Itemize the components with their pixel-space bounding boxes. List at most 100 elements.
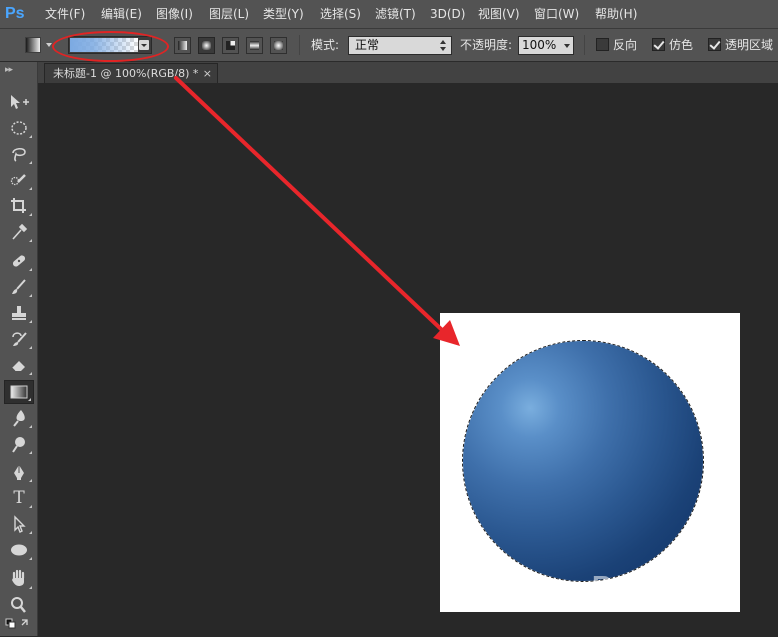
tool-submenu-indicator [29, 239, 32, 242]
menu-filter[interactable]: 滤镜(T) [375, 0, 416, 28]
hand-tool[interactable] [4, 567, 34, 591]
brush-tool[interactable] [4, 275, 34, 299]
dither-label: 仿色 [669, 38, 694, 52]
gradient-tool[interactable] [4, 380, 34, 404]
menu-image[interactable]: 图像(I) [156, 0, 193, 28]
menu-view[interactable]: 视图(V) [478, 0, 520, 28]
photoshop-logo: Ps [5, 5, 25, 22]
tool-submenu-indicator [28, 398, 31, 401]
dodge-tool[interactable] [4, 432, 34, 456]
tool-submenu-indicator [29, 187, 32, 190]
menu-file[interactable]: 文件(F) [45, 0, 85, 28]
tool-submenu-indicator [29, 479, 32, 482]
lasso-icon [12, 148, 26, 162]
zoom-tool[interactable] [4, 593, 34, 617]
separator [584, 35, 585, 55]
hand-icon [12, 569, 25, 586]
tool-submenu-indicator [29, 320, 32, 323]
document-tab-title: 未标题-1 @ 100%(RGB/8) * [53, 67, 199, 80]
panel-collapse-icon[interactable]: ▸▸ [5, 65, 13, 75]
tool-submenu-indicator [29, 425, 32, 428]
zoom-icon [11, 597, 26, 613]
tool-submenu-indicator [29, 372, 32, 375]
move-icon [11, 95, 29, 109]
gradient-icon [10, 385, 28, 399]
diamond-gradient-button[interactable] [270, 37, 287, 54]
radial-gradient-button[interactable] [198, 37, 215, 54]
menu-select[interactable]: 选择(S) [320, 0, 361, 28]
type-tool[interactable]: T [4, 486, 34, 510]
tool-submenu-indicator [29, 531, 32, 534]
tools-panel: ▸▸ T [0, 62, 38, 636]
menu-layer[interactable]: 图层(L) [209, 0, 249, 28]
tool-submenu-indicator [29, 557, 32, 560]
menu-help[interactable]: 帮助(H) [595, 0, 637, 28]
quick-select-icon [10, 174, 26, 186]
reverse-checkbox[interactable] [596, 38, 609, 51]
angle-gradient-button[interactable] [222, 37, 239, 54]
mode-select[interactable]: 正常 [348, 36, 452, 55]
transparency-checkbox[interactable] [708, 38, 721, 51]
arrow-icon [14, 515, 26, 533]
reflected-gradient-button[interactable] [246, 37, 263, 54]
tool-submenu-indicator [29, 451, 32, 454]
quick-selection-tool[interactable] [4, 168, 34, 192]
annotation-highlight-ellipse [52, 31, 169, 62]
blur-icon [13, 410, 25, 427]
document-canvas[interactable] [440, 313, 740, 612]
menu-edit[interactable]: 编辑(E) [101, 0, 142, 28]
diamond-gradient-icon [274, 41, 283, 50]
lasso-tool[interactable] [4, 142, 34, 166]
eraser-icon [11, 361, 25, 372]
eyedropper-tool[interactable] [4, 220, 34, 244]
opacity-label: 不透明度: [460, 38, 513, 52]
close-icon[interactable]: × [203, 64, 212, 83]
reverse-label: 反向 [613, 38, 638, 52]
opacity-value: 100% [522, 38, 557, 52]
healing-brush-tool[interactable] [4, 249, 34, 273]
select-arrows-icon [440, 40, 447, 51]
tool-preset-picker-icon[interactable] [25, 37, 41, 53]
ellipse-shape-icon [11, 544, 27, 556]
clone-stamp-tool[interactable] [4, 301, 34, 325]
pen-tool[interactable] [4, 460, 34, 484]
history-brush-icon [12, 332, 27, 346]
tool-submenu-indicator [29, 268, 32, 271]
mode-value: 正常 [355, 38, 380, 52]
ellipse-shape-tool[interactable] [4, 538, 34, 562]
reflected-gradient-icon [250, 41, 259, 50]
opacity-dropdown-icon[interactable] [564, 44, 570, 48]
history-brush-tool[interactable] [4, 327, 34, 351]
tool-submenu-indicator [29, 505, 32, 508]
tool-submenu-indicator [29, 135, 32, 138]
transparency-label: 透明区域 [725, 38, 774, 52]
eraser-tool[interactable] [4, 353, 34, 377]
document-tab[interactable]: 未标题-1 @ 100%(RGB/8) * × [44, 63, 218, 83]
menu-type[interactable]: 类型(Y) [263, 0, 304, 28]
tool-submenu-indicator [29, 161, 32, 164]
brush-icon [12, 279, 26, 294]
pen-icon [14, 465, 24, 480]
crop-tool[interactable] [4, 194, 34, 218]
color-swatches[interactable] [5, 618, 31, 634]
menu-3d[interactable]: 3D(D) [430, 0, 465, 28]
dodge-icon [12, 437, 25, 453]
blur-tool[interactable] [4, 406, 34, 430]
bandage-icon [12, 255, 26, 267]
eyedropper-icon [12, 223, 28, 240]
move-tool[interactable] [4, 90, 34, 114]
tool-submenu-indicator [29, 294, 32, 297]
menu-window[interactable]: 窗口(W) [534, 0, 579, 28]
ellipse-marquee-icon [11, 121, 27, 135]
elliptical-marquee-tool[interactable] [4, 116, 34, 140]
crop-icon [11, 198, 26, 213]
mode-label: 模式: [311, 38, 340, 52]
linear-gradient-button[interactable] [174, 37, 191, 54]
angle-gradient-icon [226, 41, 235, 50]
type-icon: T [13, 488, 25, 508]
path-selection-tool[interactable] [4, 512, 34, 536]
opacity-field[interactable]: 100% [518, 36, 574, 55]
tool-submenu-indicator [29, 346, 32, 349]
menu-bar: Ps 文件(F) 编辑(E) 图像(I) 图层(L) 类型(Y) 选择(S) 滤… [0, 0, 778, 29]
dither-checkbox[interactable] [652, 38, 665, 51]
